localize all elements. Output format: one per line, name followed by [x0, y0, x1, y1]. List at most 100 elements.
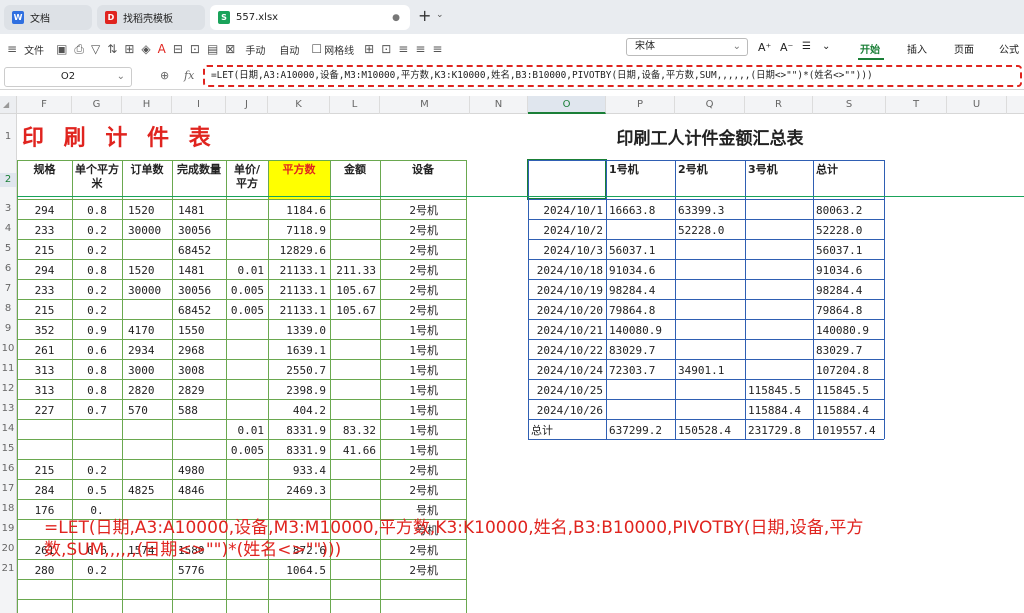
- row-header-4[interactable]: 4: [0, 222, 16, 236]
- name-box[interactable]: O2 ⌄: [4, 67, 132, 87]
- tab-dot-icon[interactable]: ●: [392, 13, 400, 23]
- column-header-L[interactable]: L: [330, 96, 380, 114]
- column-header-H[interactable]: H: [122, 96, 172, 114]
- row-header-1[interactable]: 1: [0, 130, 16, 144]
- table-cell: 2829: [178, 384, 205, 397]
- row-header-21[interactable]: 21: [0, 562, 16, 576]
- pivot-value-cell: [745, 341, 813, 361]
- freeze-icon[interactable]: ⊠: [225, 42, 235, 56]
- row-header-10[interactable]: 10: [0, 342, 16, 356]
- ribbon-tab-home[interactable]: 开始: [860, 41, 880, 56]
- row-header-8[interactable]: 8: [0, 302, 16, 316]
- grid-line: [17, 379, 466, 380]
- selected-cell[interactable]: [527, 159, 607, 200]
- auto-button[interactable]: 自动: [279, 42, 299, 57]
- print-icon[interactable]: ⎙: [74, 42, 84, 57]
- table-cell: 8331.9: [286, 444, 326, 457]
- manual-button[interactable]: 手动: [245, 42, 265, 57]
- table-cell: 1号机: [409, 444, 438, 457]
- table-cell: [122, 561, 172, 581]
- increase-font-icon[interactable]: A⁺: [758, 41, 771, 54]
- fill-color-icon[interactable]: ◈: [141, 42, 150, 56]
- table-cell: 227: [34, 404, 55, 417]
- tab-xlsx[interactable]: S 557.xlsx ●: [210, 5, 410, 30]
- grid-line: [528, 359, 884, 360]
- column-header-K[interactable]: K: [268, 96, 330, 114]
- tab-label: 557.xlsx: [236, 12, 279, 23]
- gridline-checkbox[interactable]: ☐: [311, 42, 322, 56]
- ribbon-tab-insert[interactable]: 插入: [907, 41, 927, 56]
- row-header-7[interactable]: 7: [0, 282, 16, 296]
- column-header-S[interactable]: S: [813, 96, 886, 114]
- pivot-header-cell: 总计: [816, 163, 838, 176]
- font-select[interactable]: 宋体 ⌄: [626, 38, 748, 56]
- row-header-18[interactable]: 18: [0, 502, 16, 516]
- row-header-2[interactable]: 2: [0, 172, 16, 187]
- align-right-icon[interactable]: ≡: [432, 42, 442, 56]
- table-cell: 3000: [128, 364, 155, 377]
- row-header-6[interactable]: 6: [0, 262, 16, 276]
- column-header-U[interactable]: U: [947, 96, 1007, 114]
- row-header-17[interactable]: 17: [0, 482, 16, 496]
- table-style-icon[interactable]: ⊞: [364, 42, 374, 56]
- column-header-Q[interactable]: Q: [675, 96, 745, 114]
- row-header-12[interactable]: 12: [0, 382, 16, 396]
- column-header-O[interactable]: O: [528, 96, 606, 114]
- pivot-value-cell: [745, 321, 813, 341]
- add-tab-button[interactable]: +: [418, 6, 431, 25]
- column-header-N[interactable]: N: [470, 96, 528, 114]
- column-header-R[interactable]: R: [745, 96, 813, 114]
- column-header-J[interactable]: J: [226, 96, 268, 114]
- row-header-3[interactable]: 3: [0, 202, 16, 216]
- row-header-15[interactable]: 15: [0, 442, 16, 456]
- table-title: 印 刷 计 件 表: [22, 125, 217, 151]
- clear-format-icon[interactable]: ☰: [802, 41, 811, 52]
- menu-icon[interactable]: ≡: [7, 42, 17, 56]
- align-center-icon[interactable]: ≡: [415, 42, 425, 56]
- decrease-font-icon[interactable]: A⁻: [780, 41, 793, 54]
- tab-label: 找稻壳模板: [123, 14, 173, 25]
- column-header-I[interactable]: I: [172, 96, 226, 114]
- merge-icon[interactable]: ⊡: [190, 42, 200, 56]
- table-cell: [226, 361, 268, 381]
- tab-templates[interactable]: D 找稻壳模板: [97, 5, 205, 30]
- ribbon-tab-page[interactable]: 页面: [954, 41, 974, 56]
- tab-docs[interactable]: W 文档: [4, 5, 92, 30]
- column-header-F[interactable]: F: [17, 96, 72, 114]
- row-header-5[interactable]: 5: [0, 242, 16, 256]
- ribbon-tab-formula[interactable]: 公式: [999, 41, 1019, 56]
- column-header-P[interactable]: P: [606, 96, 675, 114]
- file-menu[interactable]: 文件: [24, 42, 44, 57]
- row-header-16[interactable]: 16: [0, 462, 16, 476]
- table-cell: [226, 381, 268, 401]
- filter-icon[interactable]: ▽: [91, 42, 100, 56]
- ribbon-collapse-icon[interactable]: ⌄: [822, 41, 830, 52]
- border-icon[interactable]: ⊞: [124, 42, 134, 56]
- format-icon[interactable]: ▤: [207, 42, 218, 56]
- row-header-19[interactable]: 19: [0, 522, 16, 536]
- row-header-20[interactable]: 20: [0, 542, 16, 556]
- row-header-13[interactable]: 13: [0, 402, 16, 416]
- pivot-value-cell: 115884.4: [816, 404, 869, 417]
- grid-line: [17, 196, 1024, 197]
- row-header-11[interactable]: 11: [0, 362, 16, 376]
- column-header-M[interactable]: M: [380, 96, 470, 114]
- table-cell: 30056: [178, 284, 212, 297]
- font-color-icon[interactable]: A: [158, 42, 166, 56]
- cell-style-icon[interactable]: ⊡: [381, 42, 391, 56]
- row-header-14[interactable]: 14: [0, 422, 16, 436]
- formula-input[interactable]: =LET(日期,A3:A10000,设备,M3:M10000,平方数,K3:K1…: [203, 65, 1022, 87]
- tab-list-chevron-icon[interactable]: ⌄: [436, 10, 444, 20]
- zoom-icon[interactable]: ⊕: [160, 69, 169, 82]
- row-header-9[interactable]: 9: [0, 322, 16, 336]
- column-header-G[interactable]: G: [72, 96, 122, 114]
- grid-line: [884, 160, 885, 439]
- save-icon[interactable]: ▣: [56, 42, 67, 56]
- table-cell: 1号机: [409, 384, 438, 397]
- pivot-value-cell: [745, 221, 813, 241]
- column-header-T[interactable]: T: [886, 96, 947, 114]
- sort-icon[interactable]: ⇅: [107, 42, 117, 56]
- fx-icon[interactable]: fx: [184, 69, 194, 82]
- align-left-icon[interactable]: ≡: [398, 42, 408, 56]
- wrap-icon[interactable]: ⊟: [173, 42, 183, 56]
